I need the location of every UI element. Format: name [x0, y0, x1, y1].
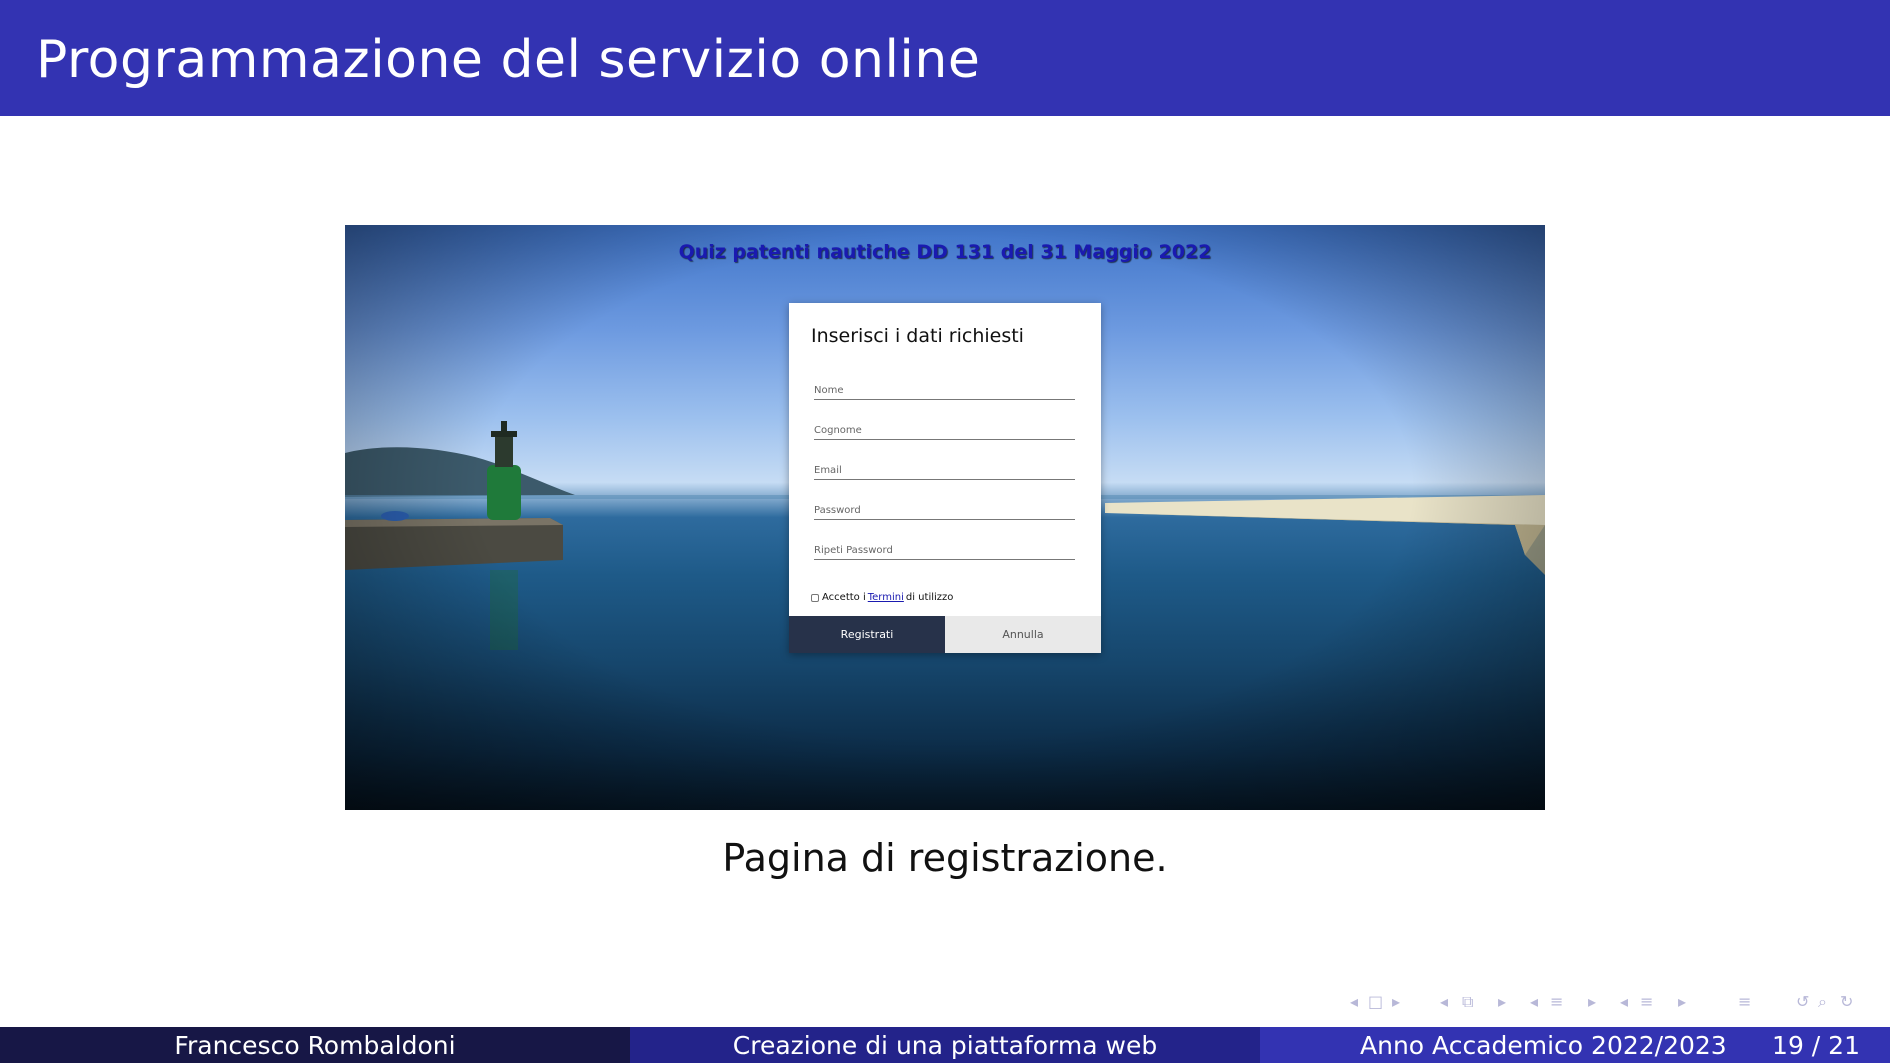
password-field[interactable]	[814, 494, 1075, 519]
arrow-left-icon[interactable]: ◂	[1350, 992, 1358, 1011]
terms-row: Accetto i Termini di utilizzo	[811, 592, 953, 603]
slide-title: Programmazione del servizio online	[36, 30, 981, 90]
surname-field[interactable]	[814, 414, 1075, 439]
search-icon[interactable]: ⌕	[1818, 992, 1827, 1012]
presentation-title: Creazione di una piattaforma web	[732, 1030, 1158, 1060]
password-field-wrapper	[814, 494, 1075, 520]
cancel-button[interactable]: Annulla	[945, 616, 1101, 653]
arrow-left-icon[interactable]: ◂	[1530, 992, 1538, 1011]
email-field[interactable]	[814, 454, 1075, 479]
email-field-wrapper	[814, 454, 1075, 480]
academic-year: Anno Accademico 2022/2023	[1360, 1030, 1727, 1060]
arrow-right-icon[interactable]: ▸	[1392, 992, 1400, 1011]
slide-footer: Francesco Rombaldoni Creazione di una pi…	[0, 1027, 1890, 1063]
subsection-list-icon[interactable]: ≡	[1640, 992, 1653, 1011]
register-button[interactable]: Registrati	[789, 616, 945, 653]
frame-icon[interactable]: □	[1368, 992, 1383, 1011]
arrow-right-icon[interactable]: ▸	[1588, 992, 1596, 1011]
terms-suffix: di utilizzo	[905, 592, 954, 603]
repeat-password-field[interactable]	[814, 534, 1075, 559]
footer-title: Creazione di una piattaforma web	[630, 1027, 1260, 1063]
undo-icon[interactable]: ↺	[1796, 992, 1809, 1011]
footer-year: Anno Accademico 2022/2023 19 / 21	[1260, 1027, 1890, 1063]
align-icon[interactable]: ≡	[1738, 992, 1751, 1011]
quiz-heading: Quiz patenti nautiche DD 131 del 31 Magg…	[678, 241, 1212, 263]
surname-field-wrapper	[814, 414, 1075, 440]
arrow-right-icon[interactable]: ▸	[1678, 992, 1686, 1011]
repeat-password-field-wrapper	[814, 534, 1075, 560]
subsection-icon[interactable]: ⧉	[1462, 992, 1473, 1012]
terms-link[interactable]: Termini	[868, 592, 904, 603]
form-title: Inserisci i dati richiesti	[811, 325, 1024, 347]
name-field-wrapper	[814, 374, 1075, 400]
beamer-navigation: ◂ □ ▸ ◂ ⧉ ▸ ◂ ≡ ▸ ◂ ≡ ▸ ≡ ↺ ⌕ ↻	[1350, 992, 1880, 1018]
arrow-left-icon[interactable]: ◂	[1440, 992, 1448, 1011]
terms-prefix: Accetto i	[822, 592, 866, 603]
slide-header: Programmazione del servizio online	[0, 0, 1890, 116]
redo-icon[interactable]: ↻	[1840, 992, 1853, 1011]
arrow-left-icon[interactable]: ◂	[1620, 992, 1628, 1011]
footer-author: Francesco Rombaldoni	[0, 1027, 630, 1063]
registration-screenshot: Quiz patenti nautiche DD 131 del 31 Magg…	[345, 225, 1545, 810]
figure-caption: Pagina di registrazione.	[722, 836, 1168, 880]
section-icon[interactable]: ≡	[1550, 992, 1563, 1011]
registration-form: Inserisci i dati richiesti Accetto i Ter…	[789, 303, 1101, 653]
arrow-right-icon[interactable]: ▸	[1498, 992, 1506, 1011]
page-number: 19 / 21	[1772, 1030, 1860, 1060]
terms-checkbox[interactable]	[811, 593, 819, 602]
author-name: Francesco Rombaldoni	[174, 1030, 456, 1060]
name-field[interactable]	[814, 374, 1075, 399]
